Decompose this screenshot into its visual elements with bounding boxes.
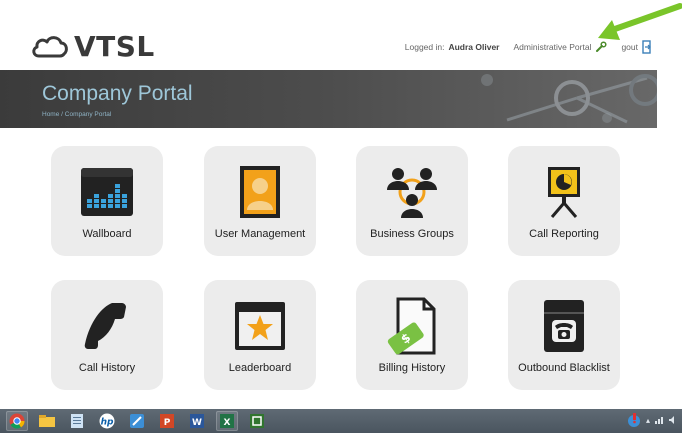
page-title: Company Portal (42, 82, 193, 105)
network-icon[interactable] (654, 415, 664, 425)
tray-chevron-icon[interactable]: ▴ (646, 416, 650, 425)
tile-call-history[interactable]: Call History (51, 280, 163, 390)
tile-label: Wallboard (82, 228, 132, 240)
word-icon[interactable]: W (186, 411, 208, 431)
tile-label: Leaderboard (228, 362, 292, 374)
company-portal-page: VTSL Logged in: Audra Oliver Administrat… (0, 0, 682, 433)
system-tray: ▴ (626, 412, 678, 428)
tile-user-management[interactable]: User Management (204, 146, 316, 256)
svg-text:P: P (164, 418, 171, 428)
tile-call-reporting[interactable]: Call Reporting (508, 146, 620, 256)
tile-label: Call Reporting (529, 228, 599, 240)
leaderboard-star-icon (230, 296, 290, 356)
svg-text:X: X (224, 418, 231, 428)
user-management-icon (230, 162, 290, 222)
project-icon[interactable] (246, 411, 268, 431)
logged-in-info: Logged in: Audra Oliver (405, 42, 500, 52)
tile-label: Call History (78, 362, 136, 374)
tile-billing-history[interactable]: $ Billing History (356, 280, 468, 390)
billing-history-icon: $ (382, 296, 442, 356)
tile-leaderboard[interactable]: Leaderboard (204, 280, 316, 390)
wallboard-icon (77, 162, 137, 222)
tile-business-groups[interactable]: Business Groups (356, 146, 468, 256)
notepad-icon[interactable] (66, 411, 88, 431)
snipping-tool-icon[interactable] (126, 411, 148, 431)
tile-label: Billing History (378, 362, 446, 374)
powerpoint-icon[interactable]: P (156, 411, 178, 431)
tile-wallboard[interactable]: Wallboard (51, 146, 163, 256)
tile-label: User Management (214, 228, 306, 240)
breadcrumb[interactable]: Home / Company Portal (42, 111, 111, 118)
tile-label: Business Groups (370, 228, 454, 240)
logo-text: VTSL (74, 29, 155, 63)
call-reporting-icon (534, 162, 594, 222)
admin-portal-label: Administrative Portal (513, 42, 592, 52)
windows-taskbar: hp P W X ▴ (0, 409, 682, 433)
cloud-icon (32, 36, 68, 58)
volume-icon[interactable] (668, 415, 678, 425)
file-explorer-icon[interactable] (36, 411, 58, 431)
excel-icon[interactable]: X (216, 411, 238, 431)
tile-label: Outbound Blacklist (518, 362, 610, 374)
logged-in-prefix: Logged in: (404, 42, 445, 52)
network-decoration (481, 74, 657, 124)
svg-text:W: W (192, 418, 202, 428)
vtsl-logo[interactable]: VTSL (30, 28, 155, 64)
hp-icon[interactable]: hp (96, 411, 118, 431)
logged-in-user: Audra Oliver (448, 42, 500, 52)
page-banner: Company Portal Home / Company Portal (0, 70, 657, 128)
business-groups-icon (382, 162, 442, 222)
alert-flag-icon[interactable] (626, 412, 642, 428)
svg-text:hp: hp (101, 418, 114, 428)
phone-handset-icon (77, 296, 137, 356)
annotation-arrow (598, 3, 682, 40)
chrome-icon[interactable] (6, 411, 28, 431)
tile-outbound-blacklist[interactable]: Outbound Blacklist (508, 280, 620, 390)
outbound-blacklist-icon (534, 296, 594, 356)
